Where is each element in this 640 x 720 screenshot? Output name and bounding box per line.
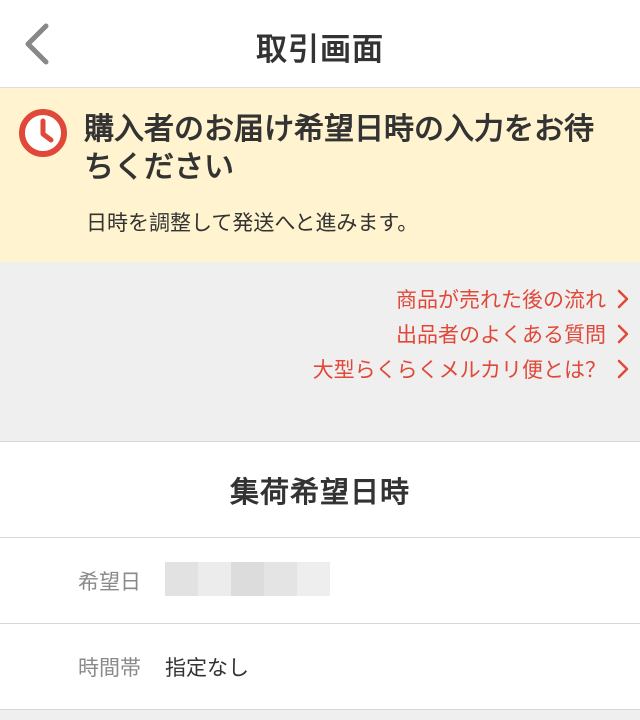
chevron-right-icon	[617, 324, 629, 344]
link-label: 大型らくらくメルカリ便とは？	[312, 358, 606, 382]
time-slot-row: 時間帯 指定なし	[0, 624, 640, 710]
time-slot-label: 時間帯	[78, 655, 141, 680]
navigation-bar: 取引画面	[0, 0, 640, 88]
clock-icon	[17, 107, 69, 159]
preferred-date-row: 希望日	[0, 538, 640, 624]
bottom-divider	[0, 710, 640, 720]
link-label: 出品者のよくある質問	[396, 323, 606, 347]
time-slot-value: 指定なし	[165, 655, 249, 680]
notice-subtitle: 日時を調整して発送へと進みます。	[86, 211, 419, 235]
chevron-right-icon	[617, 359, 629, 379]
page-title: 取引画面	[256, 32, 384, 68]
link-label: 商品が売れた後の流れ	[396, 288, 606, 312]
help-links-panel: 商品が売れた後の流れ 出品者のよくある質問 大型らくらくメルカリ便とは？	[0, 262, 640, 442]
link-flow-after-sold[interactable]: 商品が売れた後の流れ	[396, 283, 630, 315]
link-large-rakuraku-mercari[interactable]: 大型らくらくメルカリ便とは？	[313, 353, 630, 385]
notice-title: 購入者のお届け希望日時の入力をお待ちください	[84, 112, 594, 185]
preferred-date-label: 希望日	[78, 569, 141, 594]
chevron-right-icon	[617, 289, 629, 309]
redacted-date-value	[165, 562, 330, 596]
section-title: 集荷希望日時	[0, 442, 640, 538]
link-seller-faq[interactable]: 出品者のよくある質問	[396, 318, 630, 350]
